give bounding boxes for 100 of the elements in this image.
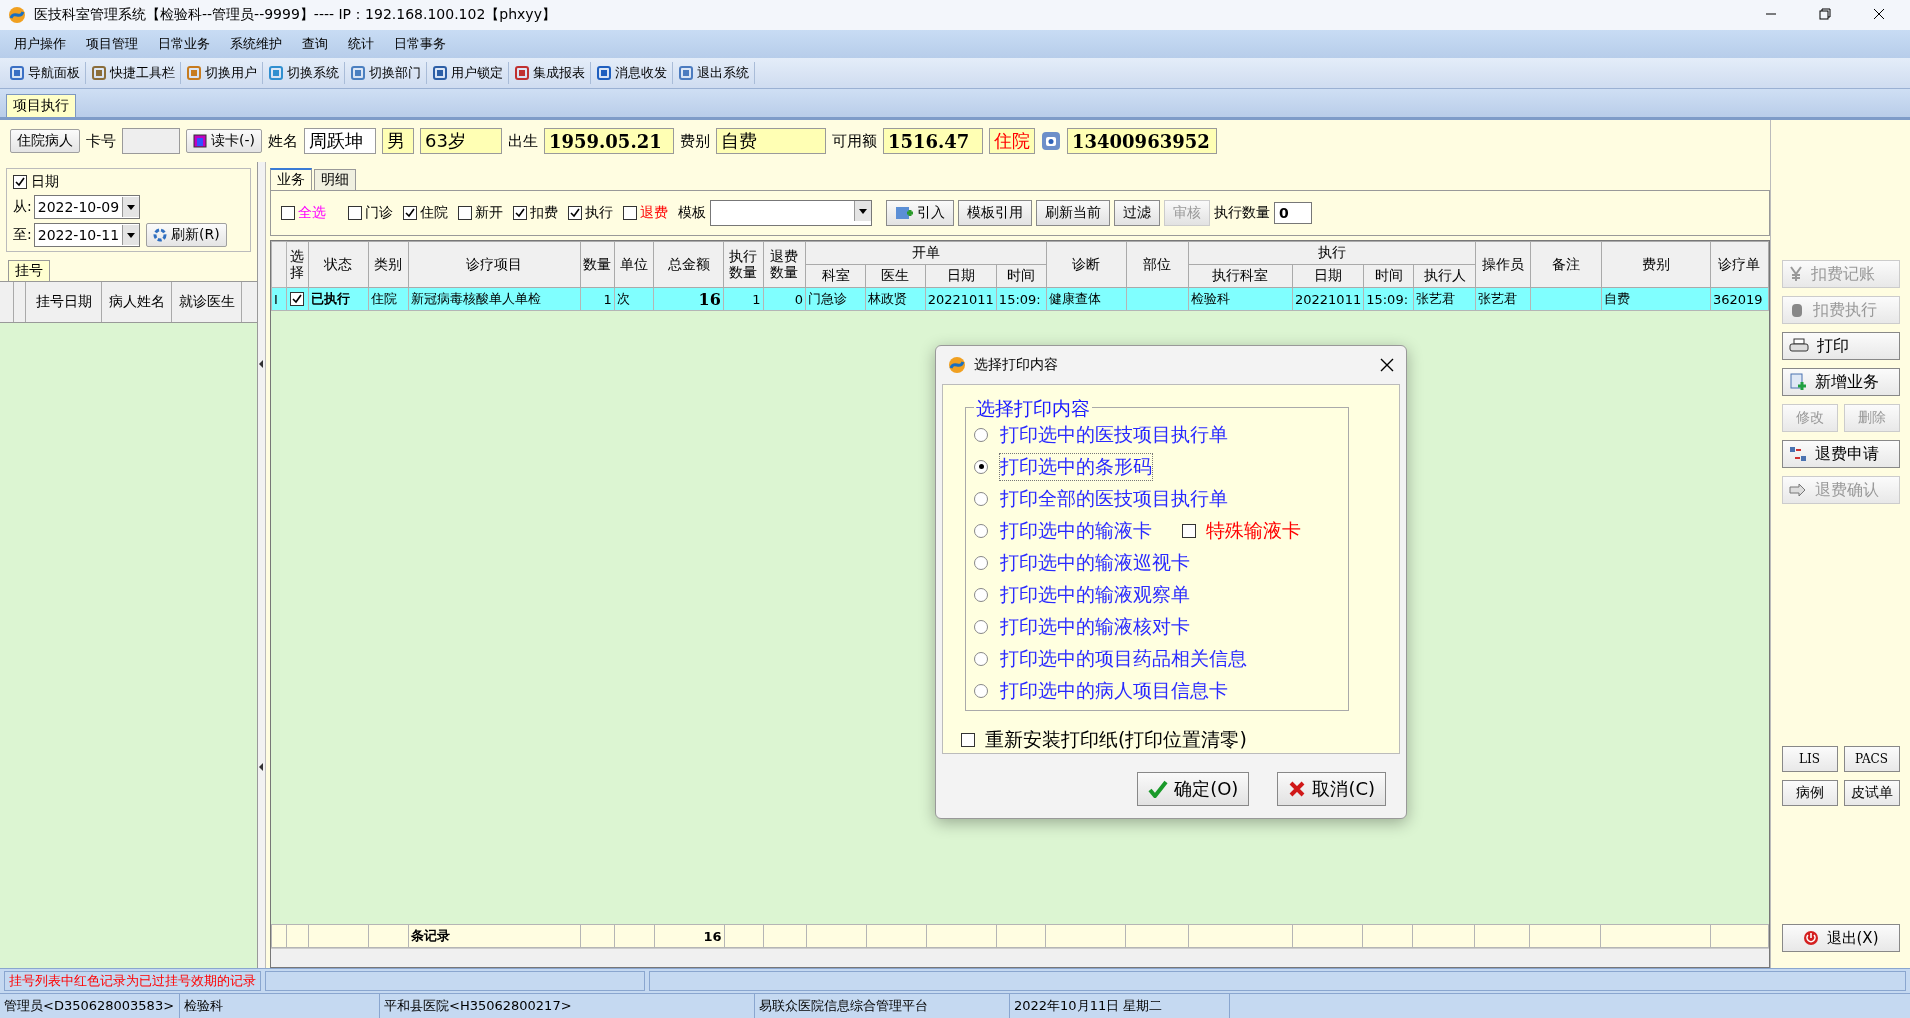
checkbox[interactable]	[403, 206, 417, 220]
checkbox[interactable]	[623, 206, 637, 220]
checkbox[interactable]	[13, 175, 27, 189]
radio-button[interactable]	[974, 491, 988, 506]
status-bar-item: 管理员<D350628003583>	[0, 994, 180, 1018]
checkbox[interactable]	[281, 206, 295, 220]
sex-field[interactable]: 男	[382, 128, 414, 154]
option-label[interactable]: 打印选中的输液卡	[1000, 517, 1152, 544]
option-label[interactable]: 打印选中的输液观察单	[1000, 581, 1190, 608]
card-label: 卡号	[86, 131, 116, 151]
power-icon	[1802, 930, 1819, 946]
checkbox[interactable]	[513, 206, 527, 220]
name-field[interactable]: 周跃坤	[304, 128, 376, 154]
option-label[interactable]: 打印选中的条形码	[1000, 453, 1152, 480]
action-button[interactable]: 过滤	[1114, 200, 1160, 226]
case-button[interactable]: 病例	[1781, 780, 1838, 806]
menu-item[interactable]: 系统维护	[220, 35, 292, 53]
status-bar-item: 平和县医院<H35062800217>	[380, 994, 755, 1018]
yen-icon	[1788, 266, 1803, 282]
lis-button[interactable]: LIS	[1781, 746, 1838, 772]
side-button[interactable]: 退费申请	[1781, 440, 1900, 468]
exec-count-field[interactable]: 0	[1274, 202, 1312, 224]
dialog-title: 选择打印内容	[974, 355, 1059, 374]
side-button[interactable]: 打印	[1781, 332, 1900, 360]
status-bar-item: 2022年10月11日 星期二	[1010, 994, 1230, 1018]
option-label[interactable]: 打印选中的项目药品相关信息	[1000, 645, 1247, 672]
action-button[interactable]: 刷新当前	[1036, 200, 1110, 226]
checkbox[interactable]	[1182, 523, 1196, 538]
cancel-button[interactable]: 取消(C)	[1277, 771, 1386, 806]
toolbar-button[interactable]: 切换部门	[345, 62, 427, 84]
toolbar-button[interactable]: 快捷工具栏	[86, 62, 181, 84]
checkbox[interactable]	[568, 206, 582, 220]
checkbox[interactable]	[348, 206, 362, 220]
close-icon[interactable]	[1380, 357, 1394, 372]
refresh-button[interactable]: 刷新(R)	[146, 223, 227, 247]
balance-label: 可用额	[832, 131, 877, 151]
patient-type-button[interactable]: 住院病人	[10, 129, 80, 153]
radio-button[interactable]	[974, 555, 988, 570]
radio-button[interactable]	[974, 619, 988, 634]
birth-field[interactable]: 1959.05.21	[544, 128, 674, 154]
option-label[interactable]: 打印选中的输液核对卡	[1000, 613, 1190, 640]
toolbar-button[interactable]: 切换系统	[263, 62, 345, 84]
toolbar-button[interactable]: 导航面板	[4, 62, 86, 84]
age-field[interactable]: 63岁	[420, 128, 502, 154]
page-tab[interactable]: 项目执行	[6, 94, 76, 117]
toolbar-button[interactable]: 消息收发	[591, 62, 673, 84]
ok-button[interactable]: 确定(O)	[1137, 771, 1250, 806]
toolbar-button[interactable]: 集成报表	[509, 62, 591, 84]
row-marker: I	[271, 287, 287, 311]
template-dropdown[interactable]	[710, 200, 872, 226]
action-button[interactable]: 引入	[886, 200, 954, 226]
radio-button[interactable]	[974, 459, 988, 474]
radio-button[interactable]	[974, 651, 988, 666]
column-header: 总金额	[653, 241, 724, 288]
import-icon	[895, 205, 913, 221]
skin-test-button[interactable]: 皮试单	[1843, 780, 1900, 806]
menu-item[interactable]: 查询	[292, 35, 338, 53]
toolbar-button[interactable]: 切换用户	[181, 62, 263, 84]
toolbar-button[interactable]: 用户锁定	[427, 62, 509, 84]
toolbar-button[interactable]: 退出系统	[673, 62, 755, 84]
exit-button[interactable]: 退出(X)	[1781, 924, 1900, 952]
printer-icon	[1788, 338, 1809, 354]
phone-field[interactable]: 13400963952	[1067, 128, 1217, 154]
card-field[interactable]	[122, 128, 180, 154]
pacs-button[interactable]: PACS	[1843, 746, 1900, 772]
menu-item[interactable]: 用户操作	[4, 35, 76, 53]
tab[interactable]: 业务	[270, 168, 312, 190]
radio-button[interactable]	[974, 427, 988, 442]
option-label[interactable]: 打印选中的输液巡视卡	[1000, 549, 1190, 576]
from-date-picker[interactable]: 2022-10-09	[33, 195, 141, 219]
registration-tab[interactable]: 挂号	[8, 260, 50, 281]
horizontal-scrollbar[interactable]	[271, 948, 1769, 967]
column-header: 退费数量	[763, 241, 806, 288]
restore-icon[interactable]	[1819, 8, 1831, 20]
close-icon[interactable]	[1873, 8, 1885, 20]
menu-item[interactable]: 日常事务	[384, 35, 456, 53]
action-button[interactable]: 模板引用	[958, 200, 1032, 226]
column-header: 诊疗项目	[408, 241, 581, 288]
menu-item[interactable]: 日常业务	[148, 35, 220, 53]
radio-button[interactable]	[974, 587, 988, 602]
balance-field[interactable]: 1516.47	[883, 128, 983, 154]
checkbox[interactable]	[458, 206, 472, 220]
collapse-arrow-icon[interactable]	[259, 359, 264, 368]
refresh-icon	[153, 228, 168, 242]
checkbox[interactable]	[290, 291, 305, 306]
radio-button[interactable]	[974, 683, 988, 698]
radio-button[interactable]	[974, 523, 988, 538]
option-label[interactable]: 打印选中的医技项目执行单	[1000, 421, 1228, 448]
checkbox[interactable]	[961, 732, 975, 747]
option-label[interactable]: 打印选中的病人项目信息卡	[1000, 677, 1228, 704]
collapse-arrow-icon[interactable]	[259, 762, 264, 771]
read-card-button[interactable]: 读卡(-)	[186, 129, 262, 153]
to-date-picker[interactable]: 2022-10-11	[33, 223, 141, 247]
menu-item[interactable]: 项目管理	[76, 35, 148, 53]
side-button[interactable]: 新增业务	[1781, 368, 1900, 396]
filter-label: 全选	[298, 204, 326, 222]
fee-type-field[interactable]: 自费	[716, 128, 826, 154]
menu-item[interactable]: 统计	[338, 35, 384, 53]
option-label[interactable]: 打印全部的医技项目执行单	[1000, 485, 1228, 512]
tab[interactable]: 明细	[314, 168, 356, 190]
